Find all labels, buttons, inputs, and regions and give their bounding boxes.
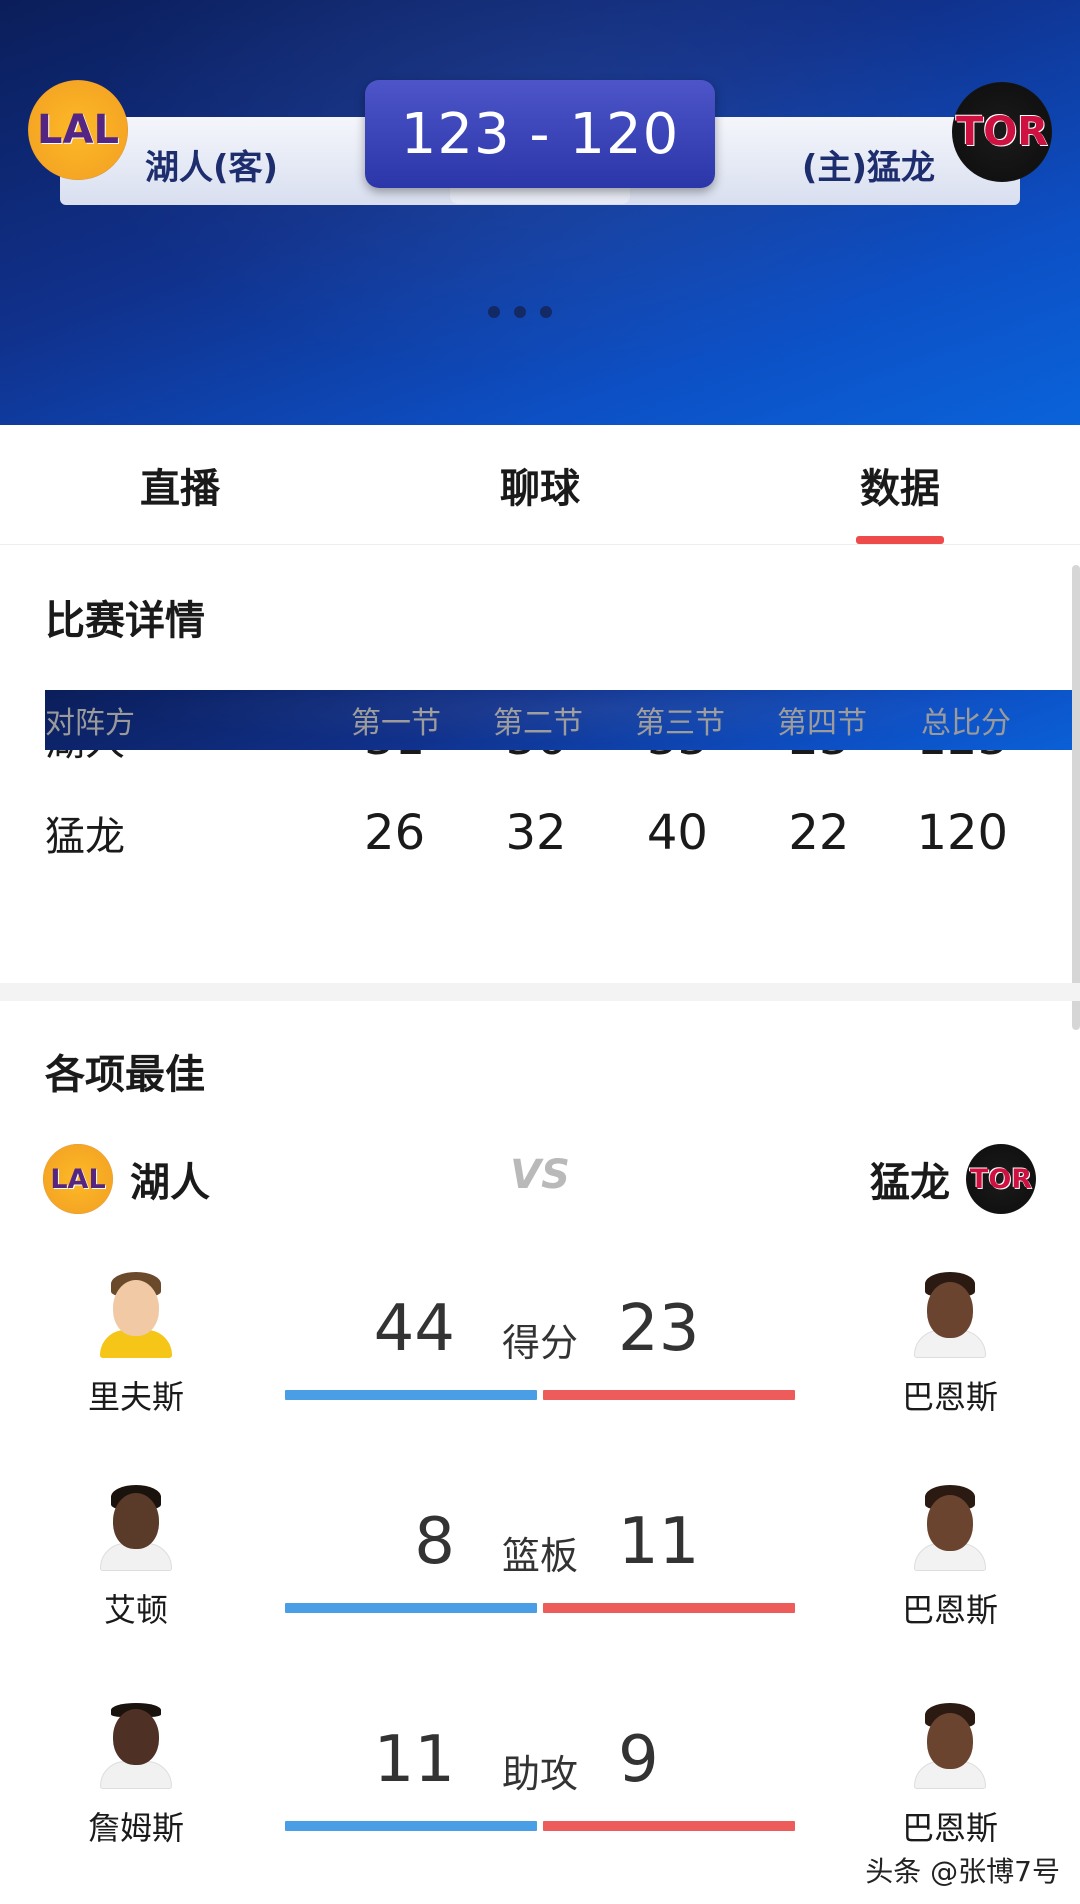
right-stat-value: 11 [618, 1505, 700, 1579]
player-name: 艾顿 [103, 1591, 168, 1629]
stat-label: 篮板 [501, 1534, 578, 1578]
left-stat-value: 11 [373, 1723, 455, 1797]
right-stat-value: 23 [618, 1292, 700, 1366]
left-stat-bar [285, 1390, 537, 1400]
player-name: 巴恩斯 [901, 1378, 998, 1416]
quarter-score-cell: 26 [364, 804, 426, 861]
column-header: 第三节 [635, 706, 725, 741]
right-stat-value: 9 [618, 1723, 659, 1797]
lakers-logo-text: LAL [37, 107, 119, 153]
left-stat-value: 8 [414, 1505, 455, 1579]
vs-label: VS [510, 1152, 570, 1198]
total-score: 123 - 120 [400, 101, 680, 167]
right-team-name: 猛龙 [870, 1160, 950, 1206]
column-header: 第一节 [351, 706, 441, 741]
player-barnes[interactable]: 巴恩斯 [860, 1485, 1040, 1631]
raptors-logo-text: TOR [955, 109, 1049, 155]
match-details-title: 比赛详情 [45, 598, 205, 644]
right-stat-bar [543, 1603, 795, 1613]
left-stat-bar [285, 1821, 537, 1831]
score-notch [450, 188, 630, 204]
tab-live[interactable]: 直播 [0, 425, 360, 544]
carousel-dot[interactable] [514, 306, 526, 318]
tab-data[interactable]: 数据 [720, 425, 1080, 544]
column-header: 对阵方 [45, 706, 135, 741]
lakers-logo-icon[interactable]: LAL [43, 1144, 113, 1214]
player-avatar [96, 1703, 176, 1789]
player-barnes[interactable]: 巴恩斯 [860, 1703, 1040, 1849]
player-name: 巴恩斯 [901, 1591, 998, 1629]
carousel-dot[interactable] [488, 306, 500, 318]
carousel-dot[interactable] [540, 306, 552, 318]
column-header: 第四节 [777, 706, 867, 741]
player-james[interactable]: 詹姆斯 [46, 1703, 226, 1849]
player-avatar [96, 1272, 176, 1358]
player-avatar [96, 1485, 176, 1571]
quarter-score-cell: 22 [788, 804, 850, 861]
table-row: 猛龙 26 32 40 22 120 [45, 785, 1035, 880]
player-avatar [910, 1485, 990, 1571]
team-cell: 猛龙 [45, 813, 125, 860]
away-team-name: 湖人(客) [145, 148, 279, 188]
lakers-logo-text: LAL [50, 1163, 106, 1195]
player-name: 巴恩斯 [901, 1809, 998, 1847]
score-plate: 123 - 120 [365, 80, 715, 188]
right-stat-bar [543, 1390, 795, 1400]
player-reaves[interactable]: 里夫斯 [46, 1272, 226, 1418]
left-stat-value: 44 [373, 1292, 455, 1366]
raptors-logo-text: TOR [969, 1163, 1033, 1195]
scrollbar[interactable] [1072, 565, 1080, 1030]
raptors-logo-icon[interactable]: TOR [966, 1144, 1036, 1214]
best-players-header: LAL 湖人 VS 猛龙 TOR [0, 1140, 1080, 1220]
stat-label: 助攻 [501, 1752, 578, 1796]
column-header: 第二节 [493, 706, 583, 741]
stat-row-points: 里夫斯 44 得分 23 巴恩斯 [0, 1272, 1080, 1462]
player-ayton[interactable]: 艾顿 [46, 1485, 226, 1631]
stat-row-rebounds: 艾顿 8 篮板 11 巴恩斯 [0, 1485, 1080, 1675]
tab-chat[interactable]: 聊球 [360, 425, 720, 544]
left-team-name: 湖人 [130, 1160, 210, 1206]
player-avatar [910, 1272, 990, 1358]
home-team-name: (主)猛龙 [801, 148, 935, 188]
best-players-title: 各项最佳 [45, 1052, 205, 1098]
right-stat-bar [543, 1821, 795, 1831]
lakers-logo-icon[interactable]: LAL [28, 80, 128, 180]
player-barnes[interactable]: 巴恩斯 [860, 1272, 1040, 1418]
watermark: 头条 @张博7号 [865, 1855, 1060, 1888]
carousel-dots[interactable] [488, 306, 552, 318]
section-divider [0, 983, 1080, 1001]
quarter-score-table: 对阵方 第一节 第二节 第三节 第四节 总比分 湖人 31 36 33 23 1… [45, 690, 1080, 880]
player-name: 詹姆斯 [87, 1809, 184, 1847]
quarter-score-cell: 32 [505, 804, 567, 861]
quarter-score-cell: 40 [646, 804, 708, 861]
total-score-cell: 120 [916, 804, 1009, 861]
tab-bar: 直播 聊球 数据 [0, 425, 1080, 545]
left-stat-bar [285, 1603, 537, 1613]
raptors-logo-icon[interactable]: TOR [952, 82, 1052, 182]
column-header: 总比分 [921, 706, 1011, 741]
table-header-row: 对阵方 第一节 第二节 第三节 第四节 总比分 [45, 690, 1080, 750]
scoreboard-header: 123 - 120 LAL 湖人(客) (主)猛龙 TOR [0, 0, 1080, 425]
stat-label: 得分 [501, 1321, 578, 1365]
player-name: 里夫斯 [87, 1378, 184, 1416]
player-avatar [910, 1703, 990, 1789]
